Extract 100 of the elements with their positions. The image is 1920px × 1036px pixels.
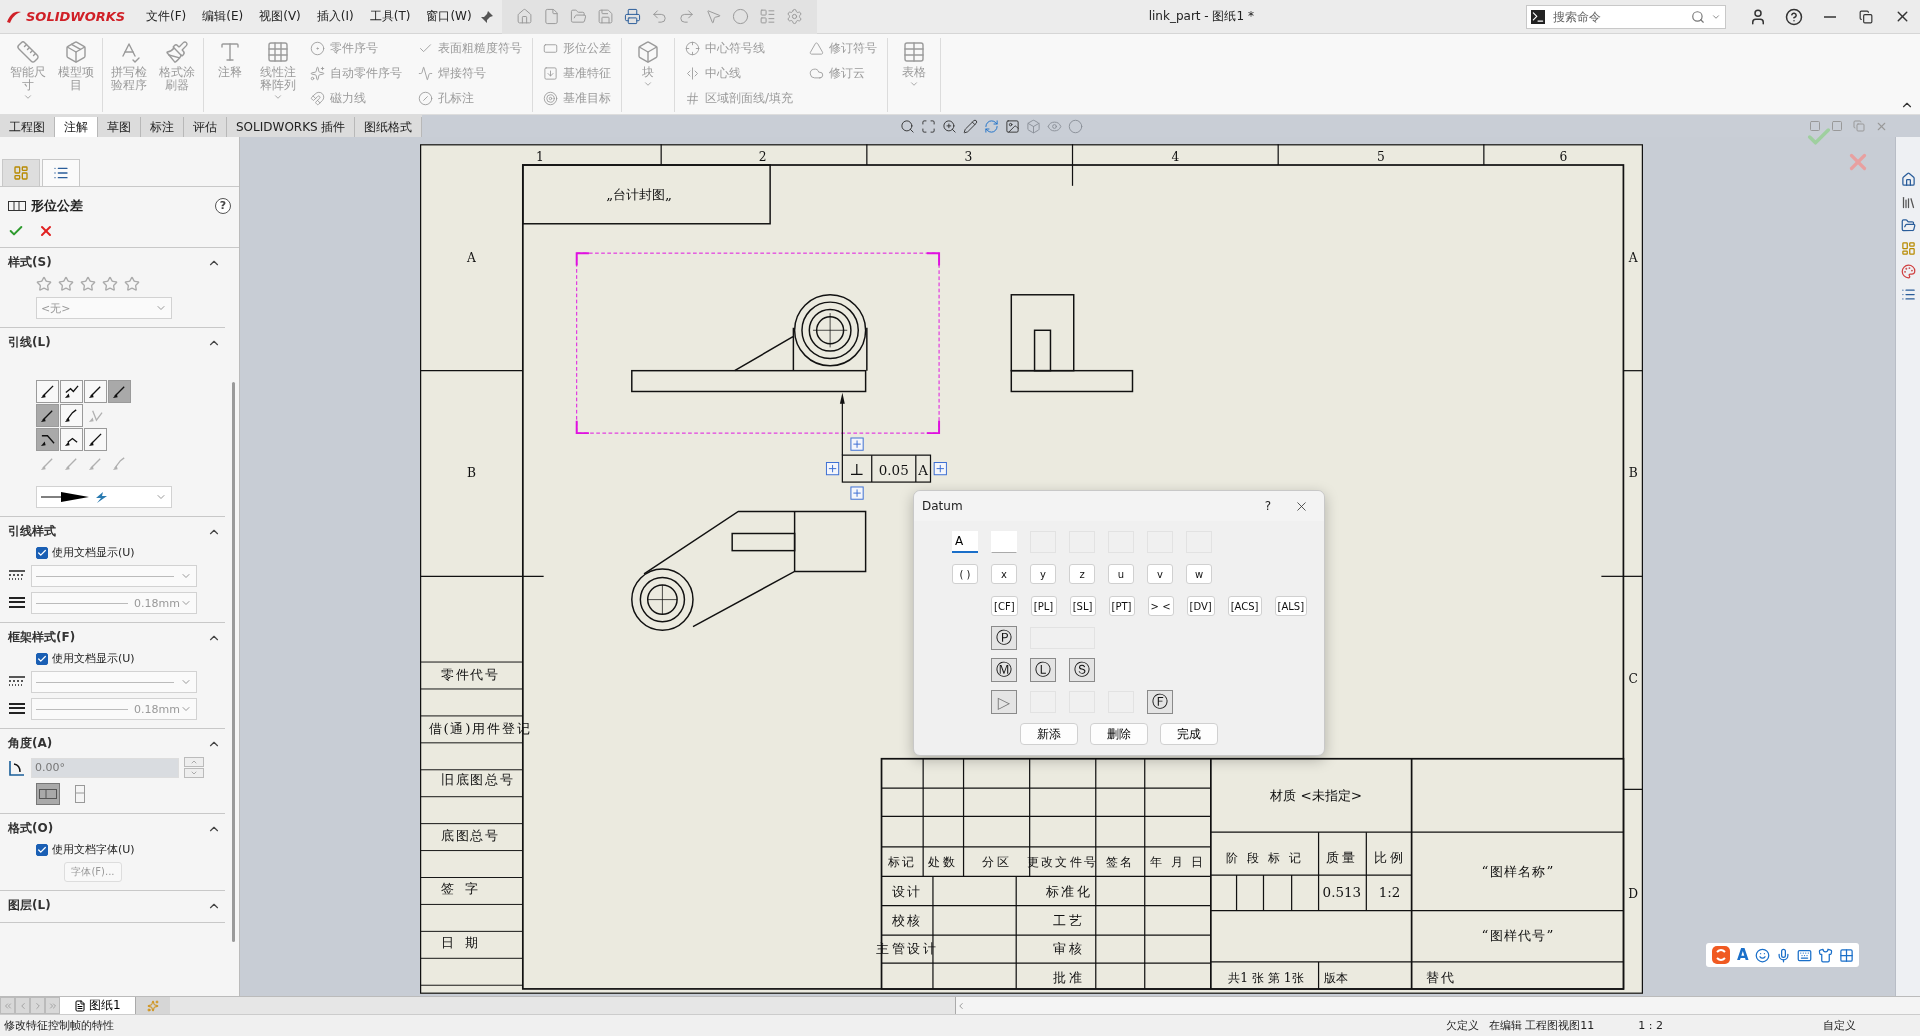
spin-down-button[interactable] xyxy=(184,768,204,778)
dialog-button[interactable]: 完成 xyxy=(1160,723,1218,745)
save-icon[interactable] xyxy=(596,8,614,25)
add-handle-icon[interactable] xyxy=(933,462,947,476)
leader-line[interactable] xyxy=(839,392,845,456)
eye-icon[interactable] xyxy=(1047,118,1063,134)
line-style-dropdown[interactable] xyxy=(31,671,197,693)
star-icon[interactable] xyxy=(124,276,140,292)
panel-tab[interactable] xyxy=(42,159,80,186)
new-file-icon[interactable] xyxy=(542,8,560,25)
leader-option-button[interactable] xyxy=(84,380,107,403)
restore-icon[interactable] xyxy=(1853,120,1865,132)
panel-tab[interactable] xyxy=(2,159,40,186)
star-icon[interactable] xyxy=(58,276,74,292)
modifier-button[interactable]: v xyxy=(1147,564,1173,584)
feature-button[interactable]: [SL] xyxy=(1069,596,1096,616)
modifier-button[interactable]: z xyxy=(1069,564,1095,584)
modifier-button[interactable]: x xyxy=(991,564,1017,584)
folder-icon[interactable] xyxy=(569,8,587,25)
menu-item[interactable]: 编辑(E) xyxy=(194,8,252,25)
split-view-icon[interactable] xyxy=(1809,120,1821,132)
modifier-button[interactable]: y xyxy=(1030,564,1056,584)
leader-option-button[interactable] xyxy=(60,404,83,427)
dialog-button[interactable]: 删除 xyxy=(1090,723,1148,745)
add-handle-icon[interactable] xyxy=(850,437,864,451)
previous-sheet-button[interactable] xyxy=(15,997,30,1014)
menu-item[interactable]: 插入(I) xyxy=(308,8,362,25)
help-button[interactable]: ? xyxy=(1250,499,1286,513)
next-sheet-button[interactable] xyxy=(30,997,45,1014)
material-condition-button[interactable]: Ⓢ xyxy=(1069,658,1095,682)
feature-button[interactable]: [ALS] xyxy=(1274,596,1308,616)
input-mode-label[interactable]: A xyxy=(1737,946,1749,964)
menu-item[interactable]: 工具(T) xyxy=(361,8,419,25)
skin-icon[interactable] xyxy=(1817,947,1833,963)
leader-option-button[interactable] xyxy=(36,380,59,403)
projected-button[interactable]: Ⓟ xyxy=(991,626,1017,650)
use-document-checkbox[interactable]: 使用文档显示(U) xyxy=(8,651,225,666)
first-sheet-button[interactable] xyxy=(0,997,15,1014)
picture-frame-icon[interactable] xyxy=(1005,118,1021,134)
cancel-icon[interactable] xyxy=(38,223,54,239)
ribbon-tab[interactable]: 注解 xyxy=(55,117,98,137)
pointer-icon[interactable] xyxy=(704,8,722,25)
cube-icon[interactable] xyxy=(1026,118,1042,134)
horizontal-scrollbar[interactable] xyxy=(954,997,1920,1014)
add-sheet-button[interactable] xyxy=(135,997,170,1014)
feature-button[interactable]: [DV] xyxy=(1186,596,1215,616)
feature-button[interactable]: > < xyxy=(1147,596,1174,616)
star-icon[interactable] xyxy=(36,276,52,292)
orientation-button[interactable] xyxy=(36,783,60,805)
search-field[interactable]: 搜索命令 xyxy=(1526,4,1726,29)
dialog-button[interactable]: 新添 xyxy=(1020,723,1078,745)
feature-button[interactable]: [PL] xyxy=(1030,596,1057,616)
leader-option-button[interactable] xyxy=(108,380,131,403)
pencil-icon[interactable] xyxy=(963,118,979,134)
material-condition-button[interactable]: Ⓜ xyxy=(991,658,1017,682)
leader-option-button[interactable] xyxy=(84,428,107,451)
free-state-button[interactable]: Ⓕ xyxy=(1147,690,1173,714)
home-icon[interactable] xyxy=(515,8,533,25)
arrow-style-dropdown[interactable] xyxy=(36,486,172,508)
undo-icon[interactable] xyxy=(650,8,668,25)
settings-icon[interactable] xyxy=(785,8,803,25)
search-icon[interactable] xyxy=(1691,9,1705,24)
help-button[interactable]: ? xyxy=(215,198,231,214)
zoom-in-icon[interactable] xyxy=(942,118,958,134)
toolbox-icon[interactable] xyxy=(1838,947,1854,963)
menu-item[interactable]: 视图(V) xyxy=(251,8,309,25)
datum-input[interactable]: A xyxy=(952,531,978,553)
modifier-button[interactable]: w xyxy=(1186,564,1212,584)
star-icon[interactable] xyxy=(80,276,96,292)
add-handle-icon[interactable] xyxy=(850,486,864,500)
menu-item[interactable]: 窗口(W) xyxy=(418,8,480,25)
selection-frame[interactable] xyxy=(575,252,941,435)
modifier-button[interactable]: ( ) xyxy=(952,564,978,584)
scrollbar[interactable] xyxy=(232,382,235,942)
material-condition-button[interactable]: Ⓛ xyxy=(1030,658,1056,682)
leader-option-button[interactable] xyxy=(36,428,59,451)
modifier-button[interactable]: u xyxy=(1108,564,1134,584)
flag-button[interactable]: ▷ xyxy=(991,690,1017,714)
feature-button[interactable]: [CF] xyxy=(991,596,1018,616)
checkbox[interactable] xyxy=(36,843,48,856)
zoom-area-icon[interactable] xyxy=(921,118,937,134)
feature-button[interactable]: [ACS] xyxy=(1227,596,1262,616)
options-list-icon[interactable] xyxy=(758,8,776,25)
leader-option-button[interactable] xyxy=(36,404,59,427)
rotate-icon[interactable] xyxy=(984,118,1000,134)
spin-up-button[interactable] xyxy=(184,757,204,767)
punctuation-icon[interactable] xyxy=(1754,947,1770,963)
use-document-checkbox[interactable]: 使用文档显示(U) xyxy=(8,545,225,560)
use-document-checkbox[interactable]: 使用文档字体(U) xyxy=(8,842,225,857)
checkbox[interactable] xyxy=(36,546,48,559)
menu-item[interactable]: 文件(F) xyxy=(138,8,195,25)
keyboard-icon[interactable] xyxy=(1796,947,1812,963)
leader-option-button[interactable] xyxy=(60,380,83,403)
last-sheet-button[interactable] xyxy=(45,997,60,1014)
line-style-dropdown[interactable] xyxy=(31,565,197,587)
sphere-icon[interactable] xyxy=(1068,118,1084,134)
redo-icon[interactable] xyxy=(677,8,695,25)
feature-control-frame[interactable]: ⊥ 0.05 A xyxy=(841,454,932,483)
sheet-tab[interactable]: 图纸1 xyxy=(60,997,136,1014)
zoom-fit-icon[interactable] xyxy=(900,118,916,134)
